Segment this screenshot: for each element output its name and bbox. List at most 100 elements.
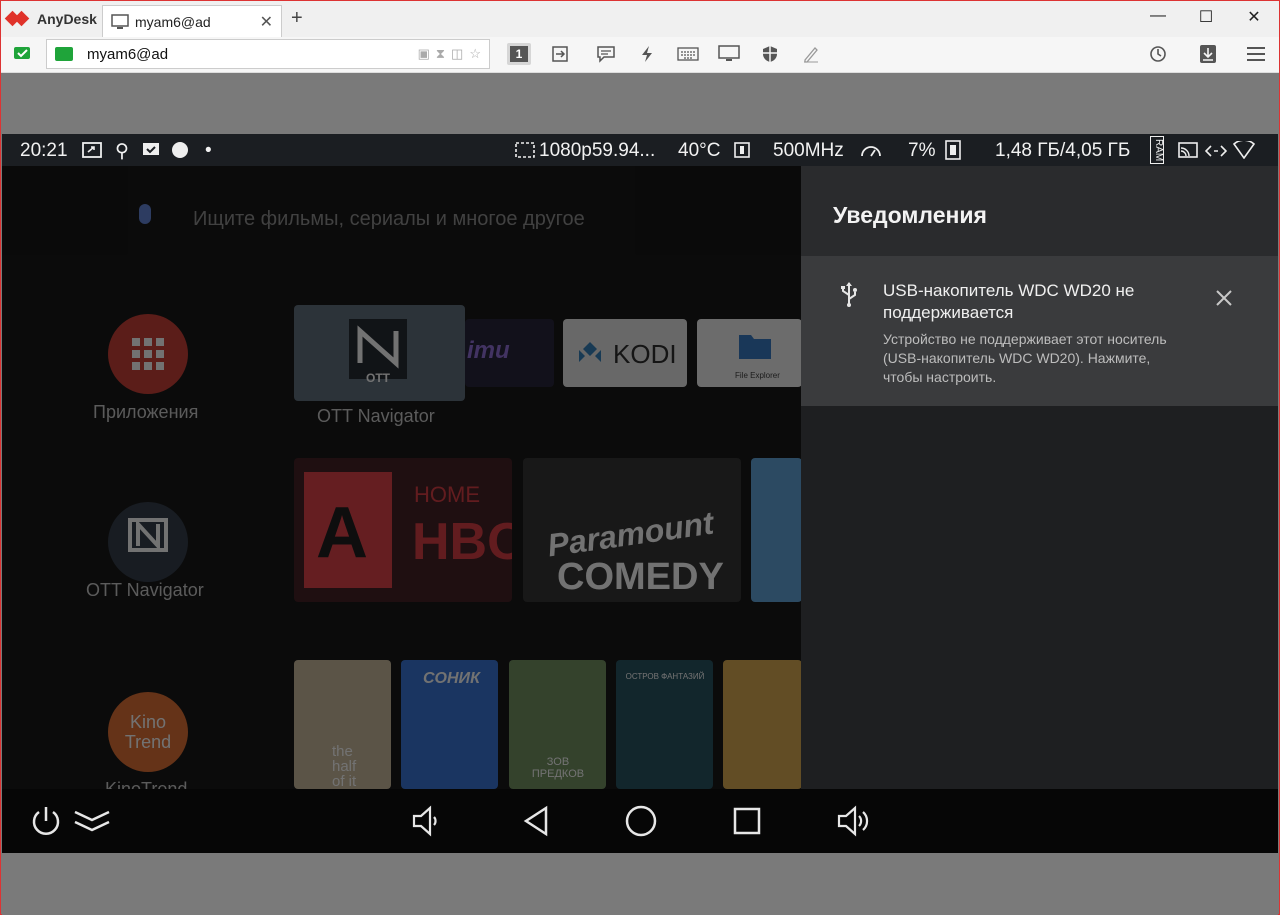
file-explorer-tile[interactable]: File Explorer: [697, 319, 802, 387]
search-placeholder[interactable]: Ищите фильмы, сериалы и многое другое: [193, 208, 585, 231]
home-button[interactable]: [621, 803, 661, 839]
volume-down-button[interactable]: [406, 803, 446, 839]
network-arrows-icon: [1204, 142, 1228, 164]
database-icon[interactable]: ◫: [451, 46, 463, 62]
file-explorer-label: File Explorer: [735, 371, 780, 380]
ott-navigator-tile-label: OTT Navigator: [317, 406, 435, 426]
actions-lightning-icon[interactable]: [635, 43, 659, 65]
poster-call-of-wild[interactable]: ЗОВ ПРЕДКОВ: [509, 660, 606, 789]
volume-down-icon: [412, 805, 437, 837]
android-status-bar: 20:21 ⚲ • 1080p59.94... 40°C 500MHz 7% 1…: [2, 134, 1278, 166]
dismiss-notification-icon[interactable]: [1214, 288, 1234, 308]
minimize-button[interactable]: —: [1143, 7, 1173, 25]
kinotrend-label: KinoTrend: [105, 779, 188, 789]
paramount-comedy-tile[interactable]: Paramount COMEDY: [523, 458, 741, 602]
monitor-icon: [111, 13, 129, 29]
ott-logo-icon: [128, 518, 168, 552]
session-tab[interactable]: myam6@ad ✕: [102, 5, 282, 37]
amedia-hbo-tile[interactable]: A HOME HBO: [294, 458, 512, 602]
switch-sides-icon[interactable]: [548, 43, 572, 65]
viewer-background: [2, 853, 1278, 915]
tab-close-icon[interactable]: ✕: [260, 12, 273, 32]
apps-label: Приложения: [93, 402, 199, 422]
apps-grid-icon: [132, 338, 164, 370]
apps-grid-button[interactable]: [108, 314, 188, 394]
display-settings-icon[interactable]: [717, 43, 741, 65]
poster-1-text: the half of it: [332, 743, 357, 789]
ott-navigator-tile[interactable]: OTT: [294, 305, 465, 401]
ott-navigator-label: OTT Navigator: [86, 580, 204, 600]
kinotrend-logo: Kino Trend: [124, 712, 172, 752]
chat-icon[interactable]: [594, 43, 618, 65]
more-dot-icon: •: [205, 140, 212, 161]
notification-card[interactable]: USB-накопитель WDC WD20 не поддерживаетс…: [801, 256, 1278, 406]
kodi-tile-text: KODI: [613, 339, 677, 369]
wifi-icon: [1232, 139, 1256, 165]
maximize-button[interactable]: ☐: [1191, 7, 1221, 27]
remote-screen[interactable]: Ищите фильмы, сериалы и многое другое Пр…: [2, 166, 1278, 789]
new-tab-button[interactable]: +: [291, 7, 303, 30]
poster-birds-of-prey[interactable]: [723, 660, 802, 789]
folder-icon: [739, 335, 771, 359]
ott-navigator-app[interactable]: [108, 502, 188, 582]
poster-half-of-it[interactable]: the half of it: [294, 660, 391, 789]
permissions-shield-icon[interactable]: [758, 43, 782, 65]
toolbar: myam6@ad ▣ ⧗ ◫ ☆ 1: [1, 37, 1279, 73]
hbo-text: HBO: [412, 513, 512, 571]
anydesk-brand[interactable]: AnyDesk: [4, 9, 97, 29]
globe-icon: [171, 141, 189, 165]
notification-title: USB-накопитель WDC WD20 не поддерживаетс…: [883, 281, 1135, 322]
android-navigation-bar: [2, 789, 1278, 853]
notification-text: Устройство не поддерживает этот носитель…: [883, 331, 1167, 385]
favorite-star-icon[interactable]: ☆: [469, 46, 481, 62]
history-icon[interactable]: [1146, 43, 1170, 65]
volume-up-button[interactable]: [834, 803, 874, 839]
cast-icon: [1178, 142, 1198, 164]
home-text: HOME: [414, 482, 480, 507]
back-triangle-icon: [523, 805, 548, 837]
kodi-tile[interactable]: KODI: [563, 319, 687, 387]
address-bar[interactable]: myam6@ad ▣ ⧗ ◫ ☆: [46, 39, 490, 69]
checkbox-monitor-icon: [142, 142, 160, 164]
remote-monitor-icon: [55, 47, 73, 61]
screenshot-icon[interactable]: ▣: [418, 46, 430, 62]
resolution-text: 1080p59.94...: [539, 140, 656, 161]
poster-sonic[interactable]: СОНИК: [401, 660, 498, 789]
comedy-text: COMEDY: [557, 556, 724, 598]
back-button[interactable]: [516, 803, 556, 839]
cpu-frequency-text: 500MHz: [773, 140, 844, 161]
whiteboard-pen-icon[interactable]: [799, 43, 823, 65]
tv-home-screen: Ищите фильмы, сериалы и многое другое Пр…: [2, 166, 802, 789]
connection-status-icon[interactable]: [11, 43, 35, 65]
kinotrend-app[interactable]: Kino Trend: [108, 692, 188, 772]
close-window-button[interactable]: ✕: [1239, 7, 1269, 27]
poster-3-text: ЗОВ ПРЕДКОВ: [531, 756, 585, 780]
volume-up-icon: [837, 805, 869, 837]
kodi-logo-icon: [579, 342, 601, 362]
address-input[interactable]: myam6@ad: [87, 46, 168, 63]
poster-fantasy-island[interactable]: ОСТРОВ ФАНТАЗИЙ: [616, 660, 713, 789]
microphone-icon[interactable]: [139, 204, 151, 224]
poster-4-text: ОСТРОВ ФАНТАЗИЙ: [625, 672, 705, 681]
power-button[interactable]: [26, 803, 66, 839]
download-icon[interactable]: [1196, 43, 1220, 65]
tab-bar: AnyDesk myam6@ad ✕ + — ☐ ✕: [1, 1, 1279, 37]
partial-tile[interactable]: [751, 458, 802, 602]
hourglass-icon[interactable]: ⧗: [436, 46, 445, 62]
notifications-header: Уведомления: [801, 166, 1278, 256]
poster-2-title: СОНИК: [423, 670, 480, 687]
menu-hamburger-icon[interactable]: [1244, 43, 1268, 65]
anydesk-window: AnyDesk myam6@ad ✕ + — ☐ ✕ myam6@ad ▣ ⧗ …: [0, 0, 1280, 915]
clock: 20:21: [20, 140, 68, 161]
memory-text: 1,48 ГБ/4,05 ГБ: [995, 140, 1131, 161]
display-number: 1: [509, 46, 529, 62]
address-bar-icons: ▣ ⧗ ◫ ☆: [418, 46, 481, 62]
display-selector-button[interactable]: 1: [507, 43, 531, 65]
power-icon: [32, 807, 60, 835]
keyboard-icon[interactable]: [676, 43, 700, 65]
collapse-button[interactable]: [72, 803, 112, 839]
cpu-load-text: 7%: [908, 140, 936, 161]
recents-button[interactable]: [727, 803, 767, 839]
mu-tile[interactable]: imu: [465, 319, 554, 387]
amedia-a-letter: A: [316, 493, 368, 573]
